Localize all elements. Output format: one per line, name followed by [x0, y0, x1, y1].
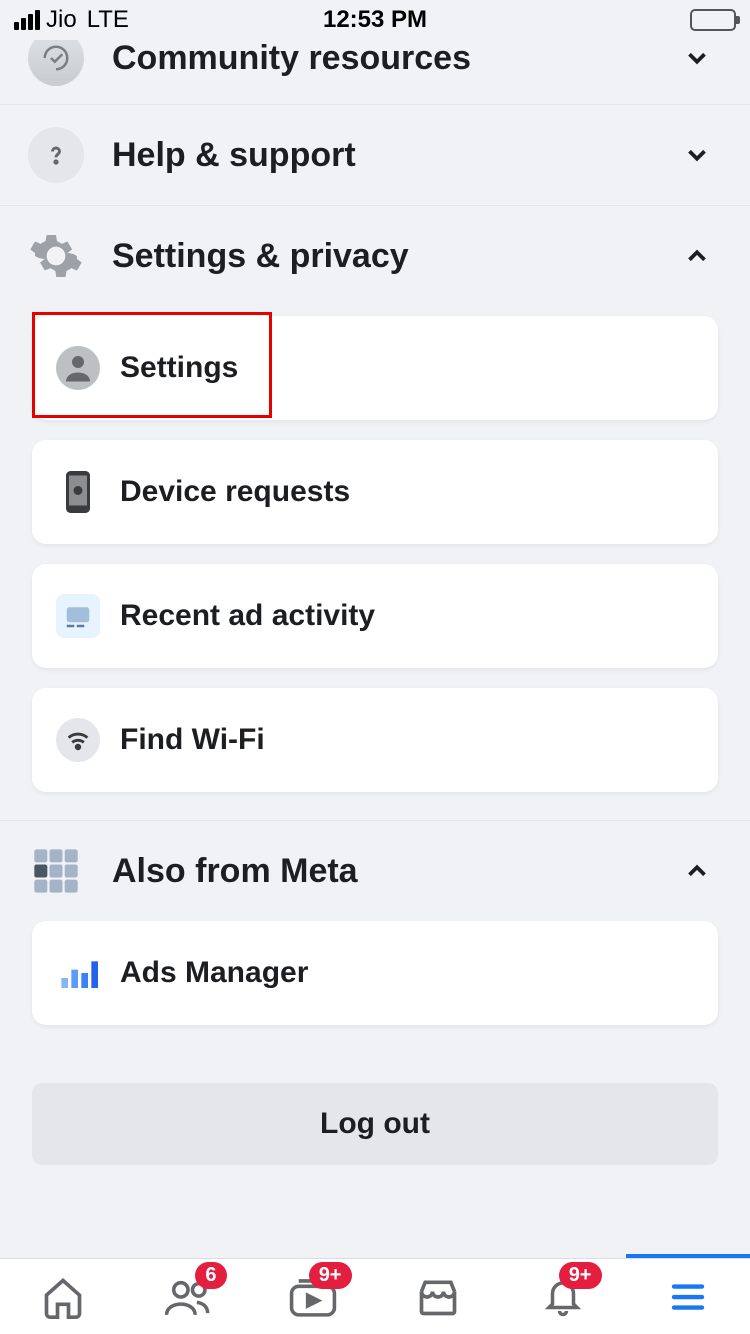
card-find-wifi[interactable]: Find Wi-Fi [32, 688, 718, 792]
apps-grid-icon [28, 843, 84, 899]
section-community-resources[interactable]: Community resources [0, 40, 750, 104]
section-label: Also from Meta [112, 852, 682, 891]
card-recent-ad-activity[interactable]: Recent ad activity [32, 564, 718, 668]
question-icon [28, 127, 84, 183]
chevron-up-icon [682, 241, 712, 271]
chevron-up-icon [682, 856, 712, 886]
chevron-down-icon [682, 43, 712, 73]
badge-watch: 9+ [309, 1262, 352, 1289]
logout-button[interactable]: Log out [32, 1083, 718, 1165]
clock: 12:53 PM [323, 6, 427, 34]
ad-activity-icon [56, 594, 100, 638]
device-icon [56, 470, 100, 514]
section-also-from-meta[interactable]: Also from Meta [0, 820, 750, 921]
settings-privacy-items: Settings Device requests Recent ad activ… [0, 306, 750, 820]
carrier-label: Jio [46, 6, 77, 34]
meta-items: Ads Manager [0, 921, 750, 1053]
section-settings-privacy[interactable]: Settings & privacy [0, 205, 750, 306]
bottom-nav: 6 9+ 9+ [0, 1258, 750, 1334]
logout-wrap: Log out [0, 1053, 750, 1195]
card-label: Device requests [120, 475, 350, 509]
card-device-requests[interactable]: Device requests [32, 440, 718, 544]
status-left: Jio LTE [14, 6, 129, 34]
section-label: Help & support [112, 136, 682, 175]
card-ads-manager[interactable]: Ads Manager [32, 921, 718, 1025]
battery-icon [690, 9, 736, 31]
nav-watch[interactable]: 9+ [284, 1268, 342, 1326]
network-label: LTE [87, 6, 129, 34]
bars-chart-icon [56, 951, 100, 995]
status-right [690, 9, 736, 31]
card-settings[interactable]: Settings [32, 316, 718, 420]
signal-icon [14, 10, 40, 30]
badge-notifications: 9+ [559, 1262, 602, 1289]
card-label: Recent ad activity [120, 599, 375, 633]
card-label: Settings [120, 351, 238, 385]
gear-icon [28, 228, 84, 284]
nav-home[interactable] [34, 1268, 92, 1326]
section-help-support[interactable]: Help & support [0, 104, 750, 205]
section-label: Community resources [112, 40, 682, 78]
wifi-icon [56, 718, 100, 762]
chevron-down-icon [682, 140, 712, 170]
nav-notifications[interactable]: 9+ [534, 1268, 592, 1326]
nav-friends[interactable]: 6 [159, 1268, 217, 1326]
badge-friends: 6 [195, 1262, 226, 1289]
card-label: Ads Manager [120, 956, 308, 990]
content-scroll[interactable]: Community resources Help & support Setti… [0, 40, 750, 1258]
section-label: Settings & privacy [112, 237, 682, 276]
nav-marketplace[interactable] [409, 1268, 467, 1326]
nav-menu[interactable] [659, 1268, 717, 1326]
handshake-icon [28, 40, 84, 86]
card-label: Find Wi-Fi [120, 723, 265, 757]
profile-icon [56, 346, 100, 390]
status-bar: Jio LTE 12:53 PM [0, 0, 750, 40]
